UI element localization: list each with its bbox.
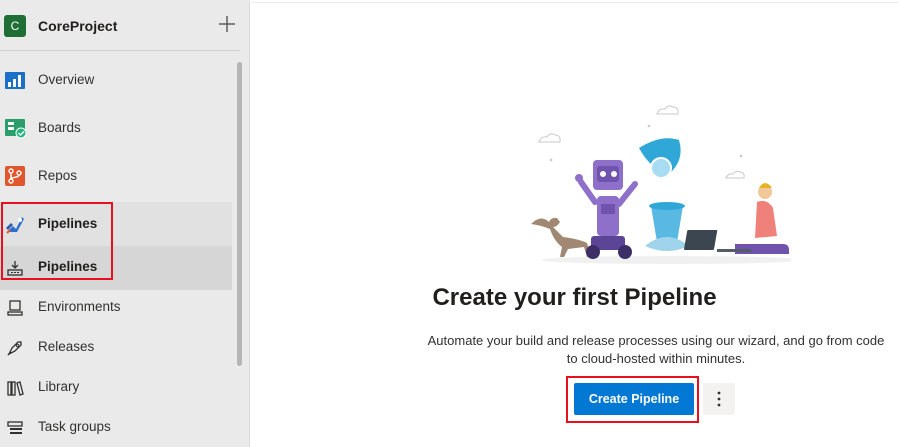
sidebar-item-environments[interactable]: Environments: [0, 286, 232, 330]
sidebar-item-overview[interactable]: Overview: [0, 58, 232, 102]
page-subtitle: Automate your build and release processe…: [427, 333, 885, 366]
sidebar: C CoreProject Overview Boards Repos Pipe…: [0, 0, 250, 447]
add-icon[interactable]: [216, 13, 238, 35]
sidebar-item-task-groups[interactable]: Task groups: [0, 406, 232, 447]
boards-icon: [5, 119, 26, 139]
sidebar-scrollbar[interactable]: [237, 62, 242, 366]
header-divider: [0, 50, 240, 51]
pipeline-illustration: [531, 105, 791, 264]
environments-icon: [7, 300, 23, 316]
sidebar-item-label: Task groups: [38, 419, 111, 434]
more-options-button[interactable]: [703, 383, 735, 415]
sidebar-item-label: Boards: [38, 120, 81, 135]
sidebar-item-label: Library: [38, 379, 80, 394]
library-icon: [7, 381, 24, 396]
sidebar-item-label: Overview: [38, 72, 95, 87]
overview-icon: [5, 72, 25, 89]
main-content: Create your first Pipeline Automate your…: [251, 0, 898, 447]
repos-icon: [5, 166, 25, 186]
sidebar-item-releases[interactable]: Releases: [0, 326, 232, 370]
project-name[interactable]: CoreProject: [38, 18, 117, 34]
project-avatar[interactable]: C: [4, 15, 26, 37]
page-title: Create your first Pipeline: [432, 284, 717, 311]
releases-icon: [7, 341, 22, 356]
sidebar-item-library[interactable]: Library: [0, 366, 232, 410]
sidebar-item-repos[interactable]: Repos: [0, 154, 232, 198]
create-pipeline-button[interactable]: Create Pipeline: [574, 383, 694, 415]
sidebar-item-label: Environments: [38, 299, 121, 314]
more-vertical-icon: [717, 391, 721, 407]
sidebar-item-label: Releases: [38, 339, 95, 354]
task-groups-icon: [7, 421, 23, 434]
sidebar-item-label: Repos: [38, 168, 78, 183]
highlight-box-pipelines: [1, 202, 113, 280]
sidebar-item-boards[interactable]: Boards: [0, 106, 232, 150]
top-divider: [251, 2, 898, 3]
project-header: C CoreProject: [0, 0, 250, 52]
